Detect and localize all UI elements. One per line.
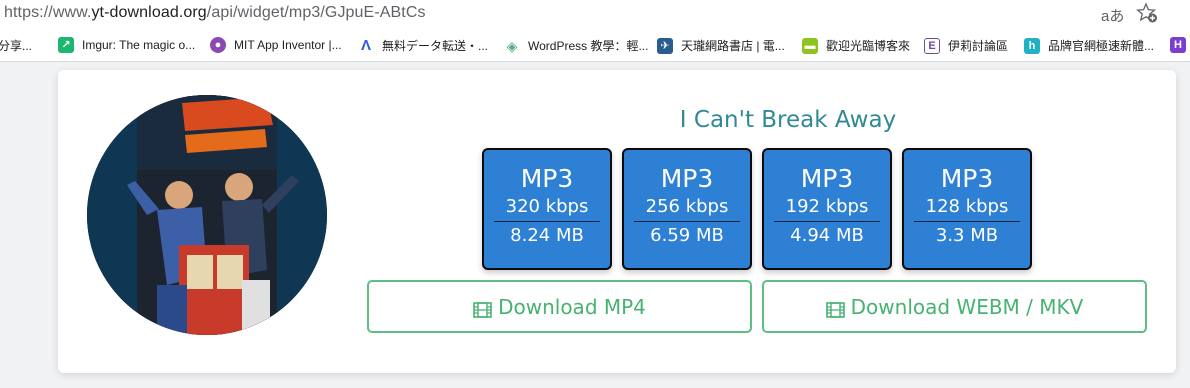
download-webm-label: Download WEBM / MKV [850, 294, 1084, 319]
bookmark-label: 無料データ転送・... [382, 39, 489, 53]
eyny-icon: E [924, 37, 940, 54]
format-size: 8.24 MB [510, 225, 584, 246]
bookmark-bookstore[interactable]: ✈ 天瓏網路書店 | 電... [657, 37, 785, 54]
bookmark-app-inventor[interactable]: ● MIT App Inventor |... [210, 37, 342, 53]
format-type: MP3 [940, 164, 994, 193]
books-icon: ▬ [802, 37, 818, 54]
mp3-256-button[interactable]: MP3 256 kbps 6.59 MB [622, 148, 752, 270]
bookmarks-bar: 分享... ↗ Imgur: The magic o... ● MIT App In… [0, 30, 1190, 62]
format-bitrate: 192 kbps [785, 196, 869, 217]
bookmark-label: WordPress 教學：輕... [528, 39, 649, 53]
bookmark-imgur[interactable]: ↗ Imgur: The magic o... [58, 37, 195, 53]
download-mp4-button[interactable]: Download MP4 [367, 280, 752, 333]
bookmark-wordpress[interactable]: ◈ WordPress 教學：輕... [504, 37, 649, 54]
mp3-320-button[interactable]: MP3 320 kbps 8.24 MB [482, 148, 612, 270]
url-text[interactable]: https://www.yt-download.org/api/widget/m… [4, 4, 426, 22]
bookmark-share[interactable]: 分享... [0, 37, 32, 54]
format-size: 3.3 MB [935, 225, 999, 246]
brand-icon: h [1024, 37, 1040, 54]
wordpress-icon: ◈ [506, 37, 518, 54]
video-thumbnail [87, 95, 327, 335]
bookmark-label: 品牌官網極速新體... [1048, 39, 1155, 53]
bookmark-eyny[interactable]: E 伊莉討論區 [924, 37, 1008, 54]
bookstore-icon: ✈ [657, 37, 673, 54]
imgur-icon: ↗ [58, 37, 74, 53]
url-prefix: https://www. [4, 4, 92, 21]
mp3-128-button[interactable]: MP3 128 kbps 3.3 MB [902, 148, 1032, 270]
song-title: I Can't Break Away [679, 107, 897, 133]
format-divider [634, 221, 740, 222]
bookmark-label: Imgur: The magic o... [82, 38, 196, 52]
bookmark-label: 分享... [0, 39, 33, 53]
bookmark-label: 天瓏網路書店 | 電... [681, 39, 785, 53]
format-type: MP3 [520, 164, 574, 193]
bookmark-brand[interactable]: h 品牌官網極速新體... [1024, 37, 1154, 54]
format-divider [774, 221, 880, 222]
format-size: 6.59 MB [650, 225, 724, 246]
bookmark-books[interactable]: ▬ 歡迎光臨博客來 [802, 37, 910, 54]
app-inventor-icon: ● [210, 37, 226, 53]
download-webm-button[interactable]: Download WEBM / MKV [762, 280, 1147, 333]
read-aloud-icon[interactable]: aあ [1101, 5, 1124, 26]
format-divider [494, 221, 600, 222]
bookmark-label: 伊莉討論區 [948, 39, 1009, 53]
format-bitrate: 128 kbps [925, 196, 1009, 217]
format-bitrate: 320 kbps [505, 196, 589, 217]
transfer-icon: Λ [360, 36, 371, 54]
format-bitrate: 256 kbps [645, 196, 729, 217]
download-mp4-label: Download MP4 [498, 294, 646, 319]
film-icon [825, 299, 845, 318]
add-favorite-icon[interactable] [1135, 2, 1158, 24]
address-bar[interactable]: https://www.yt-download.org/api/widget/m… [0, 0, 1190, 30]
bookmark-transfer[interactable]: Λ 無料データ転送・... [358, 37, 488, 54]
format-size: 4.94 MB [790, 225, 864, 246]
more-bookmark-icon: H [1170, 37, 1186, 53]
film-icon [473, 299, 492, 318]
url-path: /api/widget/mp3/GJpuE-ABtCs [206, 4, 426, 21]
bookmark-label: 歡迎光臨博客來 [826, 39, 911, 53]
mp3-192-button[interactable]: MP3 192 kbps 4.94 MB [762, 148, 892, 270]
format-type: MP3 [800, 164, 854, 193]
bookmark-more[interactable]: H [1170, 37, 1190, 53]
download-widget-card: I Can't Break Away MP3 320 kbps 8.24 MB … [58, 70, 1176, 373]
bookmark-label: MIT App Inventor |... [234, 38, 342, 52]
format-type: MP3 [660, 164, 714, 193]
url-domain: yt-download.org [91, 4, 207, 21]
format-divider [914, 221, 1020, 222]
